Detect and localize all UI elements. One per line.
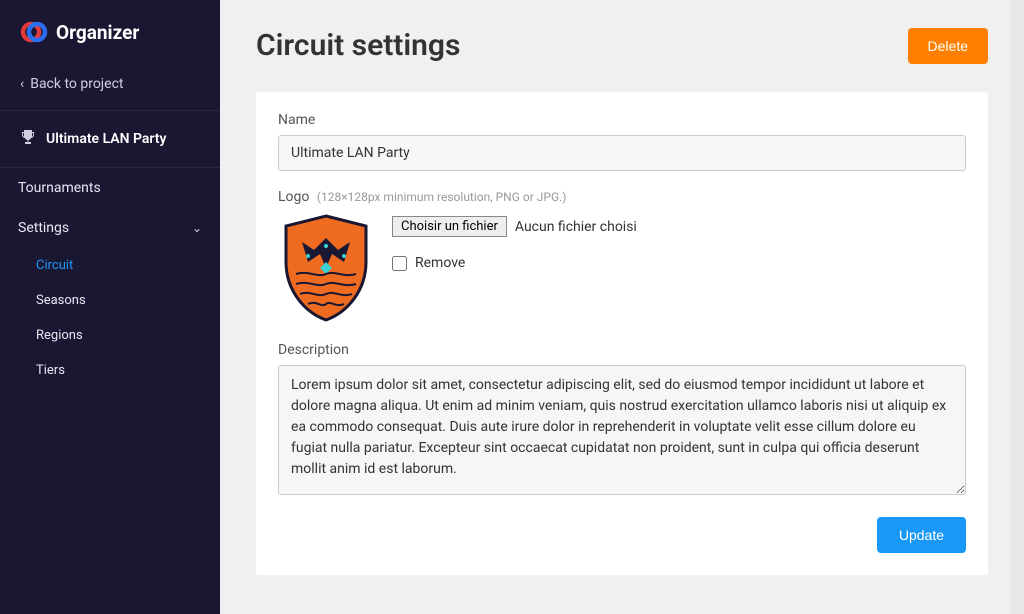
delete-button[interactable]: Delete: [908, 28, 988, 64]
nav-sub-tiers[interactable]: Tiers: [0, 353, 220, 388]
nav-sub-seasons[interactable]: Seasons: [0, 283, 220, 318]
description-group: Description: [278, 342, 966, 499]
choose-file-button[interactable]: Choisir un fichier: [392, 216, 507, 237]
remove-checkbox[interactable]: [392, 256, 407, 271]
description-label: Description: [278, 342, 966, 358]
nav-sub-regions[interactable]: Regions: [0, 318, 220, 353]
app-logo-icon: [20, 18, 48, 46]
logo-hint: (128×128px minimum resolution, PNG or JP…: [317, 190, 567, 204]
page-title: Circuit settings: [256, 28, 460, 63]
name-group: Name: [278, 112, 966, 171]
chevron-left-icon: ‹: [20, 76, 24, 92]
settings-card: Name Logo (128×128px minimum resolution,…: [256, 92, 988, 575]
update-button[interactable]: Update: [877, 517, 966, 553]
remove-label[interactable]: Remove: [415, 255, 465, 271]
logo-controls: Choisir un fichier Aucun fichier choisi …: [392, 212, 966, 271]
sidebar: Organizer ‹ Back to project Ultimate LAN…: [0, 0, 220, 614]
nav-tournaments[interactable]: Tournaments: [0, 168, 220, 208]
logo-label: Logo (128×128px minimum resolution, PNG …: [278, 189, 966, 205]
logo-group: Logo (128×128px minimum resolution, PNG …: [278, 189, 966, 324]
name-label: Name: [278, 112, 966, 128]
nav-sub-circuit[interactable]: Circuit: [0, 248, 220, 283]
app-logo: Organizer: [0, 0, 220, 62]
description-textarea[interactable]: [278, 365, 966, 495]
app-name: Organizer: [56, 21, 139, 44]
page-header: Circuit settings Delete: [256, 28, 988, 64]
project-name: Ultimate LAN Party: [46, 131, 166, 147]
scrollbar[interactable]: [1010, 0, 1024, 614]
back-to-project-link[interactable]: ‹ Back to project: [0, 62, 220, 111]
project-header: Ultimate LAN Party: [0, 111, 220, 168]
name-input[interactable]: [278, 135, 966, 171]
file-none-label: Aucun fichier choisi: [515, 219, 637, 235]
nav-settings[interactable]: Settings ⌄: [0, 208, 220, 248]
chevron-down-icon: ⌄: [192, 221, 202, 235]
trophy-icon: [20, 129, 36, 149]
back-label: Back to project: [30, 76, 123, 92]
logo-preview: [278, 212, 374, 324]
main-content: Circuit settings Delete Name Logo (128×1…: [220, 0, 1024, 614]
